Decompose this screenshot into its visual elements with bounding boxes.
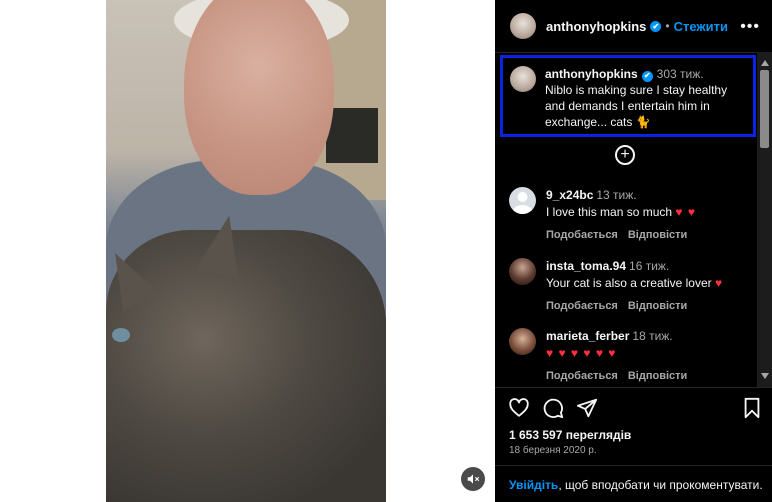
post-date[interactable]: 18 березня 2020 р. (509, 445, 597, 456)
comment-item: 9_x24bc 13 тиж. I love this man so much ♥… (509, 187, 749, 243)
comment-like-button[interactable]: Подобається (546, 229, 618, 241)
login-prompt-text: , щоб вподобати чи прокоментувати. (558, 478, 763, 492)
comment-body: insta_toma.94 16 тиж. Your cat is also a … (546, 258, 723, 314)
scroll-down-arrow-icon[interactable] (761, 373, 769, 379)
author-username[interactable]: anthonyhopkins (546, 19, 646, 34)
comment-button[interactable] (540, 395, 566, 421)
comment-text: ♥ ♥ ♥ ♥ ♥ ♥ (546, 345, 697, 361)
caption-text: Niblo is making sure I stay healthy and … (545, 83, 728, 129)
share-button[interactable] (574, 395, 600, 421)
comment-text-content: I love this man so much (546, 205, 673, 219)
mute-button[interactable] (461, 467, 485, 491)
caption-username[interactable]: anthonyhopkins (545, 67, 638, 81)
default-user-icon (512, 192, 533, 214)
scroll-up-arrow-icon[interactable] (761, 60, 769, 66)
comment-text: Your cat is also a creative lover ♥ (546, 275, 723, 291)
bookmark-icon (744, 397, 760, 419)
post-video[interactable] (106, 0, 386, 502)
video-cat-eye (112, 328, 130, 342)
more-options-button[interactable]: ••• (740, 18, 760, 36)
caption-time[interactable]: 303 тиж. (657, 67, 704, 81)
comment-like-button[interactable]: Подобається (546, 370, 618, 382)
comment-body: 9_x24bc 13 тиж. I love this man so much ♥… (546, 187, 697, 243)
verified-badge-icon: ✔ (641, 70, 653, 82)
comment-reply-button[interactable]: Відповісти (628, 370, 687, 382)
video-cat (106, 230, 386, 502)
comment-username[interactable]: 9_x24bc (546, 188, 593, 202)
post-side-panel: anthonyhopkins ✔ • Стежити ••• anthonyho… (495, 0, 772, 502)
post-header: anthonyhopkins ✔ • Стежити ••• (495, 0, 772, 52)
author-avatar[interactable] (510, 13, 536, 39)
save-button[interactable] (739, 395, 765, 421)
comment-avatar[interactable] (509, 328, 536, 355)
comment-text-content: Your cat is also a creative lover (546, 276, 712, 290)
paper-plane-icon (576, 398, 598, 418)
comment-actions: Подобається Відповісти (546, 298, 723, 314)
scrollbar-thumb[interactable] (760, 70, 769, 148)
scrollbar[interactable] (757, 52, 772, 387)
comment-like-button[interactable]: Подобається (546, 300, 618, 312)
like-button[interactable] (506, 395, 532, 421)
heart-icon (509, 398, 529, 417)
caption-body: anthonyhopkins ✔ 303 тиж. Niblo is making … (545, 66, 746, 129)
divider (495, 465, 772, 466)
heart-emoji-icon: ♥ ♥ (675, 205, 696, 219)
caption-highlight: anthonyhopkins ✔ 303 тиж. Niblo is making … (500, 55, 756, 137)
video-bookshelf (326, 108, 378, 163)
separator-dot: • (665, 19, 670, 33)
comment-text: I love this man so much ♥ ♥ (546, 204, 697, 220)
comment-time[interactable]: 16 тиж. (629, 259, 669, 273)
media-area (0, 0, 495, 502)
comment-body: marieta_ferber 18 тиж. ♥ ♥ ♥ ♥ ♥ ♥ Подоба… (546, 328, 697, 384)
comment-bubble-icon (543, 398, 564, 419)
login-prompt: Увійдіть, щоб вподобати чи прокоментуват… (509, 478, 763, 492)
heart-emoji-icon: ♥ (714, 276, 724, 290)
comment-actions: Подобається Відповісти (546, 227, 697, 243)
comment-reply-button[interactable]: Відповісти (628, 300, 687, 312)
comment-actions: Подобається Відповісти (546, 368, 697, 384)
verified-badge-icon: ✔ (650, 20, 662, 32)
comment-item: insta_toma.94 16 тиж. Your cat is also a … (509, 258, 749, 314)
comment-reply-button[interactable]: Відповісти (628, 229, 687, 241)
comment-username[interactable]: insta_toma.94 (546, 259, 626, 273)
comment-time[interactable]: 18 тиж. (632, 329, 672, 343)
views-count: 1 653 597 переглядів (509, 428, 632, 442)
load-more-comments-icon[interactable]: + (615, 145, 635, 165)
speaker-muted-icon (467, 474, 480, 484)
comments-scroll-area[interactable]: anthonyhopkins ✔ 303 тиж. Niblo is making … (495, 52, 757, 387)
comment-username[interactable]: marieta_ferber (546, 329, 629, 343)
caption-avatar[interactable] (510, 66, 536, 92)
comment-time[interactable]: 13 тиж. (596, 188, 636, 202)
comment-avatar[interactable] (509, 258, 536, 285)
divider (495, 387, 772, 388)
comment-item: marieta_ferber 18 тиж. ♥ ♥ ♥ ♥ ♥ ♥ Подоба… (509, 328, 749, 384)
comment-avatar[interactable] (509, 187, 536, 214)
heart-emoji-icon: ♥ ♥ ♥ ♥ ♥ ♥ (546, 346, 617, 360)
follow-button[interactable]: Стежити (674, 19, 728, 34)
video-person-face (184, 0, 334, 195)
post-actions-bar (495, 395, 772, 425)
login-link[interactable]: Увійдіть (509, 478, 558, 492)
